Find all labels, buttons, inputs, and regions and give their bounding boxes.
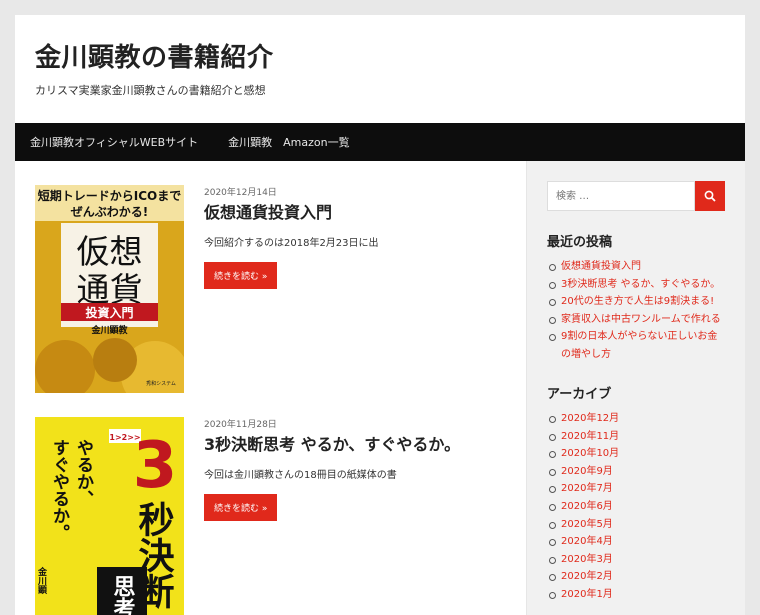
archive-link[interactable]: 2020年3月 [561,554,613,565]
svg-text:短期トレードからICOまで: 短期トレードからICOまで [38,188,181,203]
post-excerpt: 今回は金川顕教さんの18冊目の紙媒体の書 [204,470,397,481]
svg-text:思考: 思考 [110,575,136,615]
search-icon [704,190,716,202]
page-wrapper: 金川顕教の書籍紹介 カリスマ実業家金川顕教さんの書籍紹介と感想 金川顕教オフィシ… [15,15,745,615]
search-input[interactable] [547,181,695,211]
site-header: 金川顕教の書籍紹介 カリスマ実業家金川顕教さんの書籍紹介と感想 [15,15,745,123]
svg-text:投資入門: 投資入門 [85,305,133,320]
archive-link[interactable]: 2020年2月 [561,571,613,582]
list-item: 2020年9月 [547,463,725,481]
nav-item-official-site[interactable]: 金川顕教オフィシャルWEBサイト [30,134,198,150]
archive-link[interactable]: 2020年7月 [561,483,613,494]
svg-text:3: 3 [133,429,178,503]
archive-link[interactable]: 2020年1月 [561,589,613,600]
archive-link[interactable]: 2020年6月 [561,501,613,512]
archive-link[interactable]: 2020年12月 [561,413,619,424]
post-title[interactable]: 仮想通貨投資入門 [204,202,504,224]
archive-link[interactable]: 2020年11月 [561,431,619,442]
search-form [547,181,725,211]
list-item: 9割の日本人がやらない正しいお金の増やし方 [547,328,725,363]
archive-link[interactable]: 2020年5月 [561,519,613,530]
list-item: 2020年10月 [547,445,725,463]
svg-text:金川顕: 金川顕 [36,566,48,595]
post-excerpt: 今回紹介するのは2018年2月23日に出 [204,238,379,249]
recent-posts-list: 仮想通貨投資入門 3秒決断思考 やるか、すぐやるか。 20代の生き方で人生は9割… [547,258,725,363]
recent-post-link[interactable]: 3秒決断思考 やるか、すぐやるか。 [561,279,720,290]
recent-post-link[interactable]: 9割の日本人がやらない正しいお金の増やし方 [561,331,717,360]
post-info: 2020年11月28日 3秒決断思考 やるか、すぐやるか。 今回は金川顕教さんの… [204,417,504,521]
svg-text:すぐやるか。: すぐやるか。 [49,439,70,541]
archive-link[interactable]: 2020年4月 [561,536,613,547]
archives-title: アーカイブ [547,387,612,402]
list-item: 2020年2月 [547,568,725,586]
list-item: 2020年4月 [547,533,725,551]
list-item: 20代の生き方で人生は9割決まる! [547,293,725,311]
list-item: 2020年7月 [547,480,725,498]
recent-post-link[interactable]: 20代の生き方で人生は9割決まる! [561,296,714,307]
recent-post-link[interactable]: 家賃収入は中古ワンルームで作れる [561,314,721,325]
nav-item-amazon-list[interactable]: 金川顕教 Amazon一覧 [228,134,349,150]
site-description: カリスマ実業家金川顕教さんの書籍紹介と感想 [35,84,266,97]
post-thumbnail[interactable]: 短期トレードからICOまで ぜんぶわかる! 仮想 通貨 投資入門 金川顕教 秀和… [35,185,184,393]
archives-list: 2020年12月 2020年11月 2020年10月 2020年9月 2020年… [547,410,725,604]
post-thumbnail[interactable]: やるか、 すぐやるか。 金川顕 1>2>> 3 秒決断 思考 [35,417,184,615]
list-item: 2020年6月 [547,498,725,516]
post-info: 2020年12月14日 仮想通貨投資入門 今回紹介するのは2018年2月23日に… [204,185,504,289]
recent-posts-title: 最近の投稿 [547,235,613,250]
read-more-button[interactable]: 続きを読む » [204,494,278,521]
svg-text:ぜんぶわかる!: ぜんぶわかる! [71,205,148,219]
recent-post-link[interactable]: 仮想通貨投資入門 [561,261,641,272]
svg-text:やるか、: やるか、 [73,439,94,507]
list-item: 仮想通貨投資入門 [547,258,725,276]
read-more-button[interactable]: 続きを読む » [204,262,278,289]
main-content: 短期トレードからICOまで ぜんぶわかる! 仮想 通貨 投資入門 金川顕教 秀和… [15,161,526,615]
list-item: 2020年11月 [547,428,725,446]
search-button[interactable] [695,181,725,211]
archive-link[interactable]: 2020年10月 [561,448,619,459]
sidebar: 最近の投稿 仮想通貨投資入門 3秒決断思考 やるか、すぐやるか。 20代の生き方… [526,161,745,615]
svg-text:仮想: 仮想 [77,232,143,271]
list-item: 2020年3月 [547,551,725,569]
archive-link[interactable]: 2020年9月 [561,466,613,477]
book-cover-3-seconds: やるか、 すぐやるか。 金川顕 1>2>> 3 秒決断 思考 [35,417,184,615]
list-item: 2020年12月 [547,410,725,428]
list-item: 3秒決断思考 やるか、すぐやるか。 [547,276,725,294]
content-area: 短期トレードからICOまで ぜんぶわかる! 仮想 通貨 投資入門 金川顕教 秀和… [15,161,745,615]
site-title[interactable]: 金川顕教の書籍紹介 [35,41,745,75]
post-date[interactable]: 2020年11月28日 [204,417,504,430]
post-title[interactable]: 3秒決断思考 やるか、すぐやるか。 [204,434,504,456]
post-date[interactable]: 2020年12月14日 [204,185,504,198]
list-item: 家賃収入は中古ワンルームで作れる [547,311,725,329]
book-cover-crypto: 短期トレードからICOまで ぜんぶわかる! 仮想 通貨 投資入門 金川顕教 秀和… [35,185,184,393]
list-item: 2020年1月 [547,586,725,604]
main-nav: 金川顕教オフィシャルWEBサイト 金川顕教 Amazon一覧 [15,123,745,161]
svg-text:金川顕教: 金川顕教 [90,324,128,336]
svg-text:秀和システム: 秀和システム [146,380,176,387]
list-item: 2020年5月 [547,516,725,534]
